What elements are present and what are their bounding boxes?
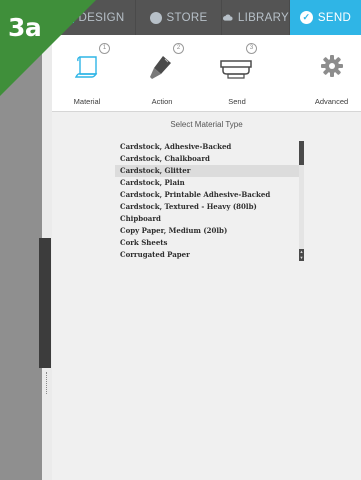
cloud-icon <box>223 14 233 21</box>
tab-send-label: SEND <box>317 11 352 24</box>
tab-library-label: LIBRARY <box>237 11 289 24</box>
gear-icon <box>321 55 343 77</box>
material-list[interactable]: Cardstock, Adhesive-Backed Cardstock, Ch… <box>115 141 299 261</box>
step-label-action: Action <box>151 97 173 106</box>
tab-library[interactable]: LIBRARY <box>222 0 290 35</box>
store-icon <box>149 11 162 24</box>
list-item[interactable]: Cardstock, Chalkboard <box>115 153 299 165</box>
step-label-send: Send <box>228 97 246 106</box>
step-send[interactable]: 3 Send <box>202 35 272 111</box>
scrollbar-arrows-icon[interactable]: ▲ ▼ <box>299 249 304 261</box>
step-header: 1 Material 2 Action 3 Send Advanced <box>52 35 361 111</box>
panel-splitter[interactable] <box>39 238 51 368</box>
list-item-selected[interactable]: Cardstock, Glitter <box>115 165 299 177</box>
tab-store-label: STORE <box>166 11 208 24</box>
step-label-material: Material <box>73 97 101 106</box>
material-list-title: Select Material Type <box>170 120 243 129</box>
splitter-grip[interactable] <box>46 372 49 394</box>
list-item[interactable]: Chipboard <box>115 213 299 225</box>
tab-send[interactable]: ✓ SEND <box>290 0 361 35</box>
list-item[interactable]: Cardstock, Plain <box>115 177 299 189</box>
top-nav: DESIGN STORE LIBRARY ✓ SEND <box>52 0 361 35</box>
list-item[interactable]: Cardstock, Printable Adhesive-Backed <box>115 189 299 201</box>
check-circle-icon: ✓ <box>299 11 313 24</box>
list-item[interactable]: Cardstock, Textured - Heavy (80lb) <box>115 201 299 213</box>
list-item[interactable]: Corrugated Paper <box>115 249 299 261</box>
step-action[interactable]: 2 Action <box>127 35 197 111</box>
step-advanced[interactable]: Advanced <box>302 35 361 111</box>
tab-store[interactable]: STORE <box>136 0 222 35</box>
list-item[interactable]: Cork Sheets <box>115 237 299 249</box>
step-label-advanced: Advanced <box>314 97 349 106</box>
list-item[interactable]: Cardstock, Adhesive-Backed <box>115 141 299 153</box>
cutter-machine-icon <box>220 60 252 79</box>
scrollbar-thumb[interactable] <box>299 141 304 165</box>
step-badge-label: 3a <box>8 13 42 42</box>
blade-icon <box>150 56 171 79</box>
step-number-3: 3 <box>246 43 257 54</box>
list-item[interactable]: Copy Paper, Medium (20lb) <box>115 225 299 237</box>
